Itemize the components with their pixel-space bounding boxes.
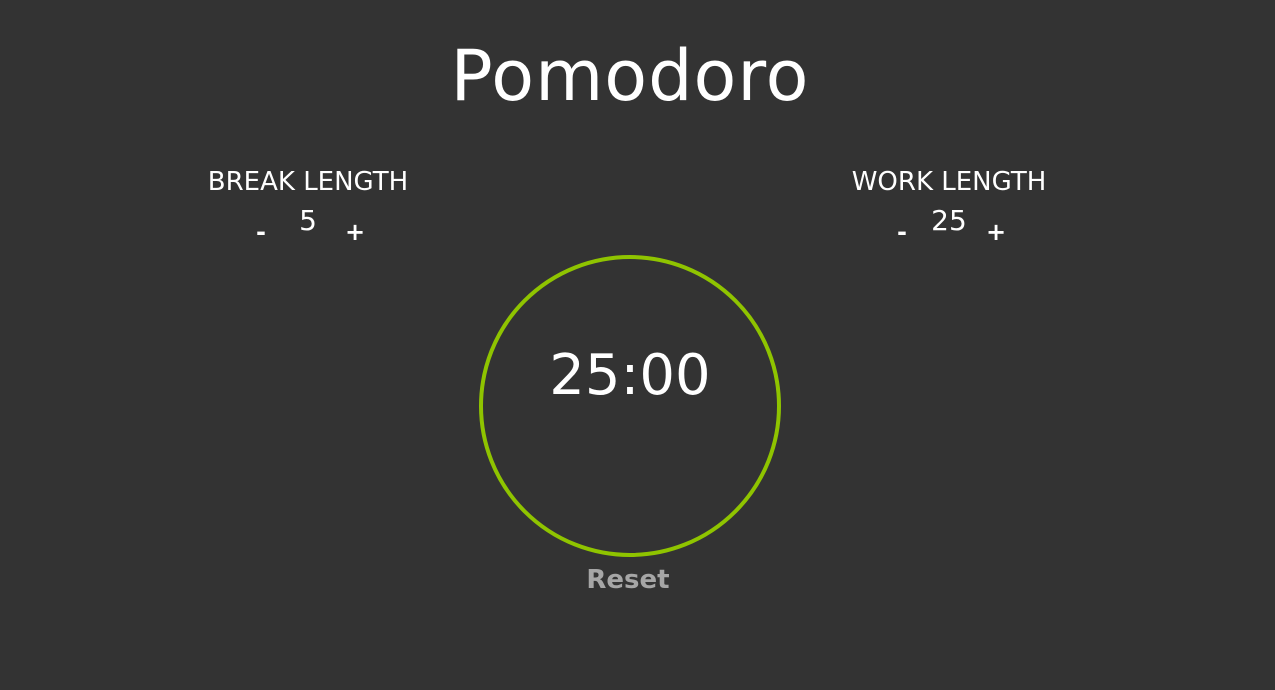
- pomodoro-app: Pomodoro BREAK LENGTH - 5 + WORK LENGTH …: [0, 0, 1275, 690]
- page-title: Pomodoro: [450, 35, 810, 117]
- break-length-controls: - 5 +: [178, 204, 438, 246]
- work-length-setting: WORK LENGTH - 25 +: [819, 165, 1079, 246]
- timer-display: 25:00: [549, 343, 711, 408]
- work-decrement-button[interactable]: -: [885, 204, 919, 246]
- timer-ring[interactable]: 25:00: [479, 255, 781, 557]
- work-length-label: WORK LENGTH: [851, 167, 1047, 197]
- break-increment-button[interactable]: +: [338, 204, 372, 246]
- break-length-label: BREAK LENGTH: [207, 167, 409, 197]
- work-length-controls: - 25 +: [819, 204, 1079, 246]
- break-length-value: 5: [299, 204, 317, 237]
- break-decrement-button[interactable]: -: [244, 204, 278, 246]
- break-length-setting: BREAK LENGTH - 5 +: [178, 165, 438, 246]
- work-length-value: 25: [931, 204, 967, 237]
- work-increment-button[interactable]: +: [979, 204, 1013, 246]
- reset-button[interactable]: Reset: [528, 565, 728, 595]
